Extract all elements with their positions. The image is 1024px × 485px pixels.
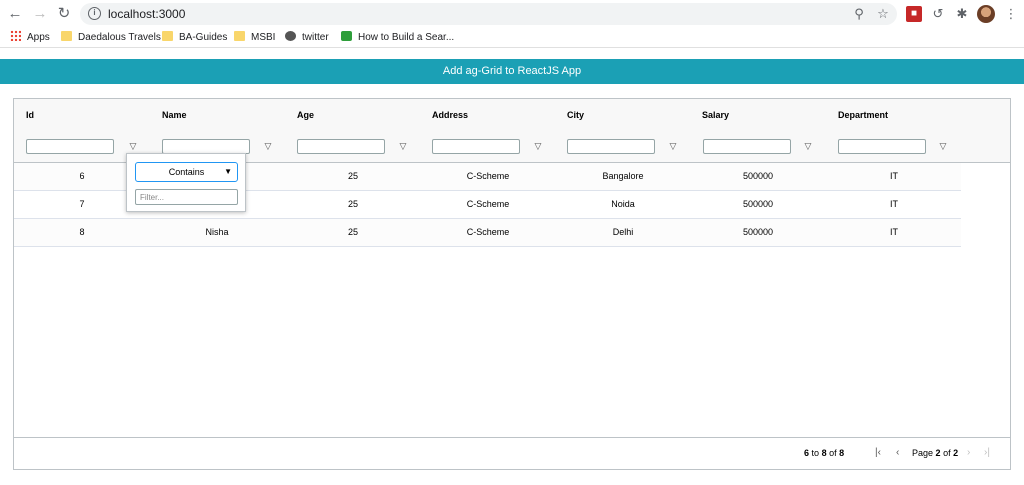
filter-input-address[interactable] [432, 139, 520, 154]
cell-address: C-Scheme [466, 199, 510, 209]
cell-department: IT [890, 227, 898, 237]
bookmark-star-icon[interactable]: ☆ [875, 6, 891, 22]
cell-department: IT [890, 171, 898, 181]
header-id[interactable]: Id [26, 110, 34, 120]
back-icon[interactable]: ← [6, 5, 24, 23]
cell-age: 25 [347, 199, 358, 209]
header-department[interactable]: Department [838, 110, 888, 120]
history-icon[interactable]: ↺ [930, 6, 946, 22]
filter-icon[interactable]: ▽ [533, 141, 543, 151]
page-info: Page 2 of 2 [912, 448, 959, 458]
site-icon [341, 31, 352, 41]
cell-name: Nisha [205, 227, 229, 237]
avatar[interactable] [977, 5, 995, 23]
filter-icon[interactable]: ▽ [938, 141, 948, 151]
caret-down-icon: ▼ [224, 167, 232, 176]
app-header: Add ag-Grid to ReactJS App [0, 59, 1024, 84]
pagination-panel: 6 to 8 of 8 |‹ ‹ Page 2 of 2 › ›| [14, 437, 1010, 469]
info-icon[interactable]: i [88, 7, 101, 20]
filter-input-city[interactable] [567, 139, 655, 154]
bookmark-msbi[interactable]: MSBI [234, 30, 275, 46]
cell-city: Noida [611, 199, 635, 209]
filter-input-name[interactable] [162, 139, 250, 154]
apps-grid-icon [10, 30, 21, 41]
cell-id: 8 [79, 227, 85, 237]
filter-input-age[interactable] [297, 139, 385, 154]
extension-red-icon[interactable]: ■ [906, 6, 922, 22]
table-row[interactable]: 8 Nisha 25 C-Scheme Delhi 500000 IT [14, 219, 961, 247]
cell-city: Bangalore [602, 171, 644, 181]
filter-icon[interactable]: ▽ [263, 141, 273, 151]
header-age[interactable]: Age [297, 110, 314, 120]
reload-icon[interactable]: ↻ [55, 5, 73, 23]
bookmarks-bar: Apps Daedalous Travels BA-Guides MSBI tw… [0, 28, 1024, 48]
header-salary[interactable]: Salary [702, 110, 729, 120]
row-summary: 6 to 8 of 8 [804, 448, 845, 458]
cell-id: 7 [79, 199, 85, 209]
header-name[interactable]: Name [162, 110, 187, 120]
last-page-icon[interactable]: ›| [984, 447, 990, 458]
header-address[interactable]: Address [432, 110, 468, 120]
menu-kebab-icon[interactable]: ⋮ [1003, 6, 1019, 22]
bookmark-twitter[interactable]: twitter [285, 30, 329, 46]
address-bar[interactable]: i localhost:3000 ⚲ ☆ [80, 3, 897, 25]
folder-icon [234, 31, 245, 41]
forward-icon[interactable]: → [31, 5, 49, 23]
cell-salary: 500000 [742, 171, 774, 181]
bookmark-daedalous-travels[interactable]: Daedalous Travels [61, 30, 161, 46]
filter-input-id[interactable] [26, 139, 114, 154]
cell-age: 25 [347, 227, 358, 237]
filter-icon[interactable]: ▽ [803, 141, 813, 151]
cell-id: 6 [79, 171, 85, 181]
filter-icon[interactable]: ▽ [398, 141, 408, 151]
cell-city: Delhi [612, 227, 634, 237]
cell-department: IT [890, 199, 898, 209]
zoom-icon[interactable]: ⚲ [851, 6, 867, 22]
cell-address: C-Scheme [466, 227, 510, 237]
previous-page-icon[interactable]: ‹ [896, 447, 899, 458]
browser-toolbar: ← → ↻ i localhost:3000 ⚲ ☆ ■ ↺ ✱ ⋮ [0, 0, 1024, 28]
filter-input-department[interactable] [838, 139, 926, 154]
cell-salary: 500000 [742, 199, 774, 209]
bookmark-how-to-build[interactable]: How to Build a Sear... [341, 30, 454, 46]
header-city[interactable]: City [567, 110, 584, 120]
filter-text-input[interactable] [135, 189, 238, 205]
folder-icon [61, 31, 72, 41]
filter-condition-select[interactable]: Contains ▼ [135, 162, 238, 182]
cell-address: C-Scheme [466, 171, 510, 181]
cell-salary: 500000 [742, 227, 774, 237]
first-page-icon[interactable]: |‹ [875, 447, 881, 458]
cell-age: 25 [347, 171, 358, 181]
bookmark-apps[interactable]: Apps [10, 30, 50, 46]
filter-popup: Contains ▼ [126, 153, 246, 212]
url-text[interactable]: localhost:3000 [108, 6, 185, 22]
folder-icon [162, 31, 173, 41]
next-page-icon[interactable]: › [967, 447, 970, 458]
bookmark-ba-guides[interactable]: BA-Guides [162, 30, 227, 46]
puzzle-icon[interactable]: ✱ [954, 6, 970, 22]
filter-icon[interactable]: ▽ [128, 141, 138, 151]
globe-icon [285, 31, 296, 41]
filter-icon[interactable]: ▽ [668, 141, 678, 151]
filter-input-salary[interactable] [703, 139, 791, 154]
